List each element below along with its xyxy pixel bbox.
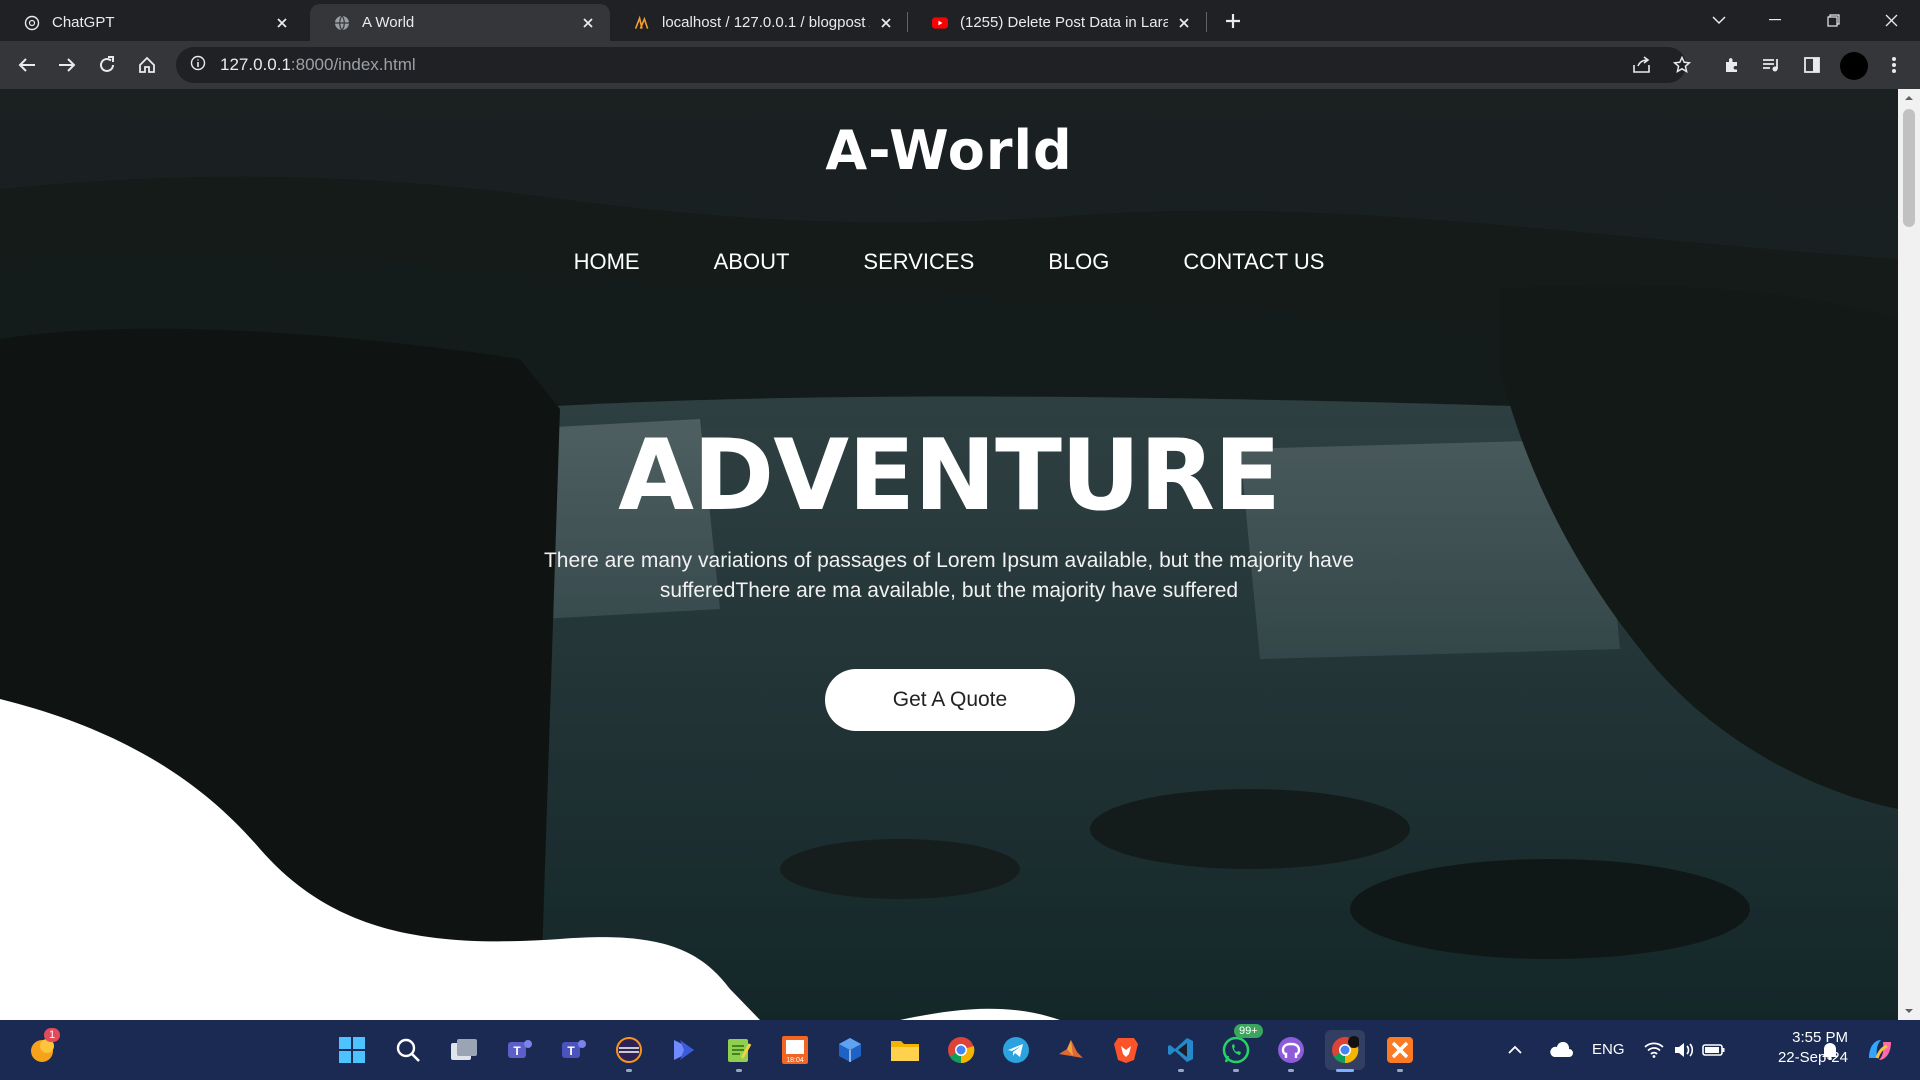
vscode-icon[interactable] (1161, 1030, 1201, 1072)
share-icon[interactable] (1628, 51, 1656, 79)
media-controls-icon[interactable] (1758, 51, 1786, 79)
back-button[interactable] (13, 51, 41, 79)
tab-divider (1206, 12, 1207, 32)
openai-icon (24, 15, 40, 31)
whatsapp-icon[interactable]: 99+ (1216, 1024, 1263, 1072)
scroll-up-arrow-icon[interactable] (1904, 93, 1914, 103)
chrome-icon[interactable] (941, 1030, 981, 1070)
scroll-down-arrow-icon[interactable] (1904, 1006, 1914, 1016)
telegram-icon[interactable] (996, 1030, 1036, 1070)
running-indicator (626, 1069, 632, 1072)
page-scrollbar[interactable] (1898, 89, 1920, 1020)
close-tab-icon[interactable] (1176, 15, 1192, 31)
windows-start-icon[interactable] (332, 1030, 372, 1070)
tab-chatgpt[interactable]: ChatGPT (0, 4, 304, 41)
menu-kebab-icon[interactable] (1880, 51, 1908, 79)
search-icon[interactable] (388, 1030, 428, 1070)
notification-badge: 1 (44, 1028, 61, 1042)
tab-phpmyadmin[interactable]: localhost / 127.0.0.1 / blogpost / (610, 4, 908, 41)
onedrive-cloud-icon[interactable] (1545, 1030, 1577, 1070)
decorative-wave-shape (0, 699, 1060, 1020)
github-desktop-icon[interactable] (1271, 1030, 1311, 1072)
running-indicator (1288, 1069, 1294, 1072)
svg-text:T: T (567, 1044, 575, 1058)
close-tab-icon[interactable] (878, 15, 894, 31)
power-automate-icon[interactable] (664, 1030, 704, 1070)
virtualbox-icon[interactable] (830, 1030, 870, 1070)
battery-icon[interactable] (1698, 1030, 1730, 1070)
tab-a-world[interactable]: A World (310, 4, 610, 41)
svg-text:18:04: 18:04 (786, 1057, 804, 1064)
youtube-icon (932, 15, 948, 31)
extensions-icon[interactable] (1718, 51, 1746, 79)
reload-button[interactable] (93, 51, 121, 79)
tab-search-button[interactable] (1696, 6, 1742, 34)
url-text: 127.0.0.1:8000/index.html (220, 55, 416, 74)
new-tab-button[interactable] (1218, 8, 1248, 34)
profile-avatar[interactable] (1840, 52, 1868, 80)
show-hidden-icons-chevron-icon[interactable] (1500, 1030, 1530, 1070)
file-explorer-icon[interactable] (885, 1030, 925, 1070)
windows-taskbar: 1 T T 18:04 99+ ENG 3:55 PM 22-Sep-24 (0, 1020, 1920, 1080)
svg-text:T: T (513, 1044, 521, 1058)
side-panel-icon[interactable] (1798, 51, 1826, 79)
weather-widget-icon[interactable]: 1 (22, 1028, 62, 1070)
matlab-icon[interactable] (1051, 1030, 1091, 1070)
xampp-icon[interactable] (1380, 1030, 1420, 1072)
teams-chat-icon[interactable]: T (500, 1030, 540, 1070)
site-info-icon[interactable] (190, 55, 206, 76)
running-indicator (1397, 1069, 1403, 1072)
tab-strip: ChatGPT A World localhost / 127.0.0.1 / … (0, 0, 1920, 41)
copilot-icon[interactable] (1860, 1030, 1900, 1070)
browser-toolbar: 127.0.0.1:8000/index.html (0, 41, 1920, 89)
running-indicator (1178, 1069, 1184, 1072)
brave-icon[interactable] (1106, 1030, 1146, 1070)
volume-icon[interactable] (1668, 1030, 1700, 1070)
scrollbar-thumb[interactable] (1903, 109, 1915, 227)
tab-title: (1255) Delete Post Data in Larave (960, 14, 1168, 31)
page-viewport: A-World HOME ABOUT SERVICES BLOG CONTACT… (0, 89, 1898, 1020)
tab-title: A World (362, 14, 415, 31)
close-tab-icon[interactable] (274, 15, 290, 31)
forward-button[interactable] (53, 51, 81, 79)
close-tab-icon[interactable] (580, 15, 596, 31)
notepad-icon[interactable] (719, 1030, 759, 1072)
running-indicator (736, 1069, 742, 1072)
phpmyadmin-icon (634, 14, 650, 31)
input-language-indicator[interactable]: ENG (1592, 1041, 1625, 1058)
tab-title: ChatGPT (52, 14, 115, 31)
teams-icon[interactable]: T (554, 1030, 594, 1070)
close-window-button[interactable] (1868, 6, 1914, 34)
notification-bell-icon[interactable] (1814, 1030, 1846, 1070)
bookmark-star-icon[interactable] (1668, 51, 1696, 79)
globe-icon (334, 15, 350, 31)
wifi-icon[interactable] (1638, 1030, 1670, 1070)
tab-youtube[interactable]: (1255) Delete Post Data in Larave (908, 4, 1206, 41)
eclipse-icon[interactable] (609, 1030, 649, 1072)
calendar-app-icon[interactable]: 18:04 (775, 1030, 815, 1070)
task-view-icon[interactable] (444, 1030, 484, 1070)
address-bar[interactable]: 127.0.0.1:8000/index.html (176, 47, 1686, 83)
home-button[interactable] (133, 51, 161, 79)
chrome-active-icon[interactable] (1325, 1030, 1365, 1072)
running-indicator (1233, 1069, 1239, 1072)
active-indicator (1336, 1069, 1354, 1072)
restore-button[interactable] (1810, 6, 1856, 34)
minimize-button[interactable] (1752, 6, 1798, 34)
tab-title: localhost / 127.0.0.1 / blogpost / (662, 14, 870, 31)
notification-badge: 99+ (1234, 1024, 1263, 1038)
